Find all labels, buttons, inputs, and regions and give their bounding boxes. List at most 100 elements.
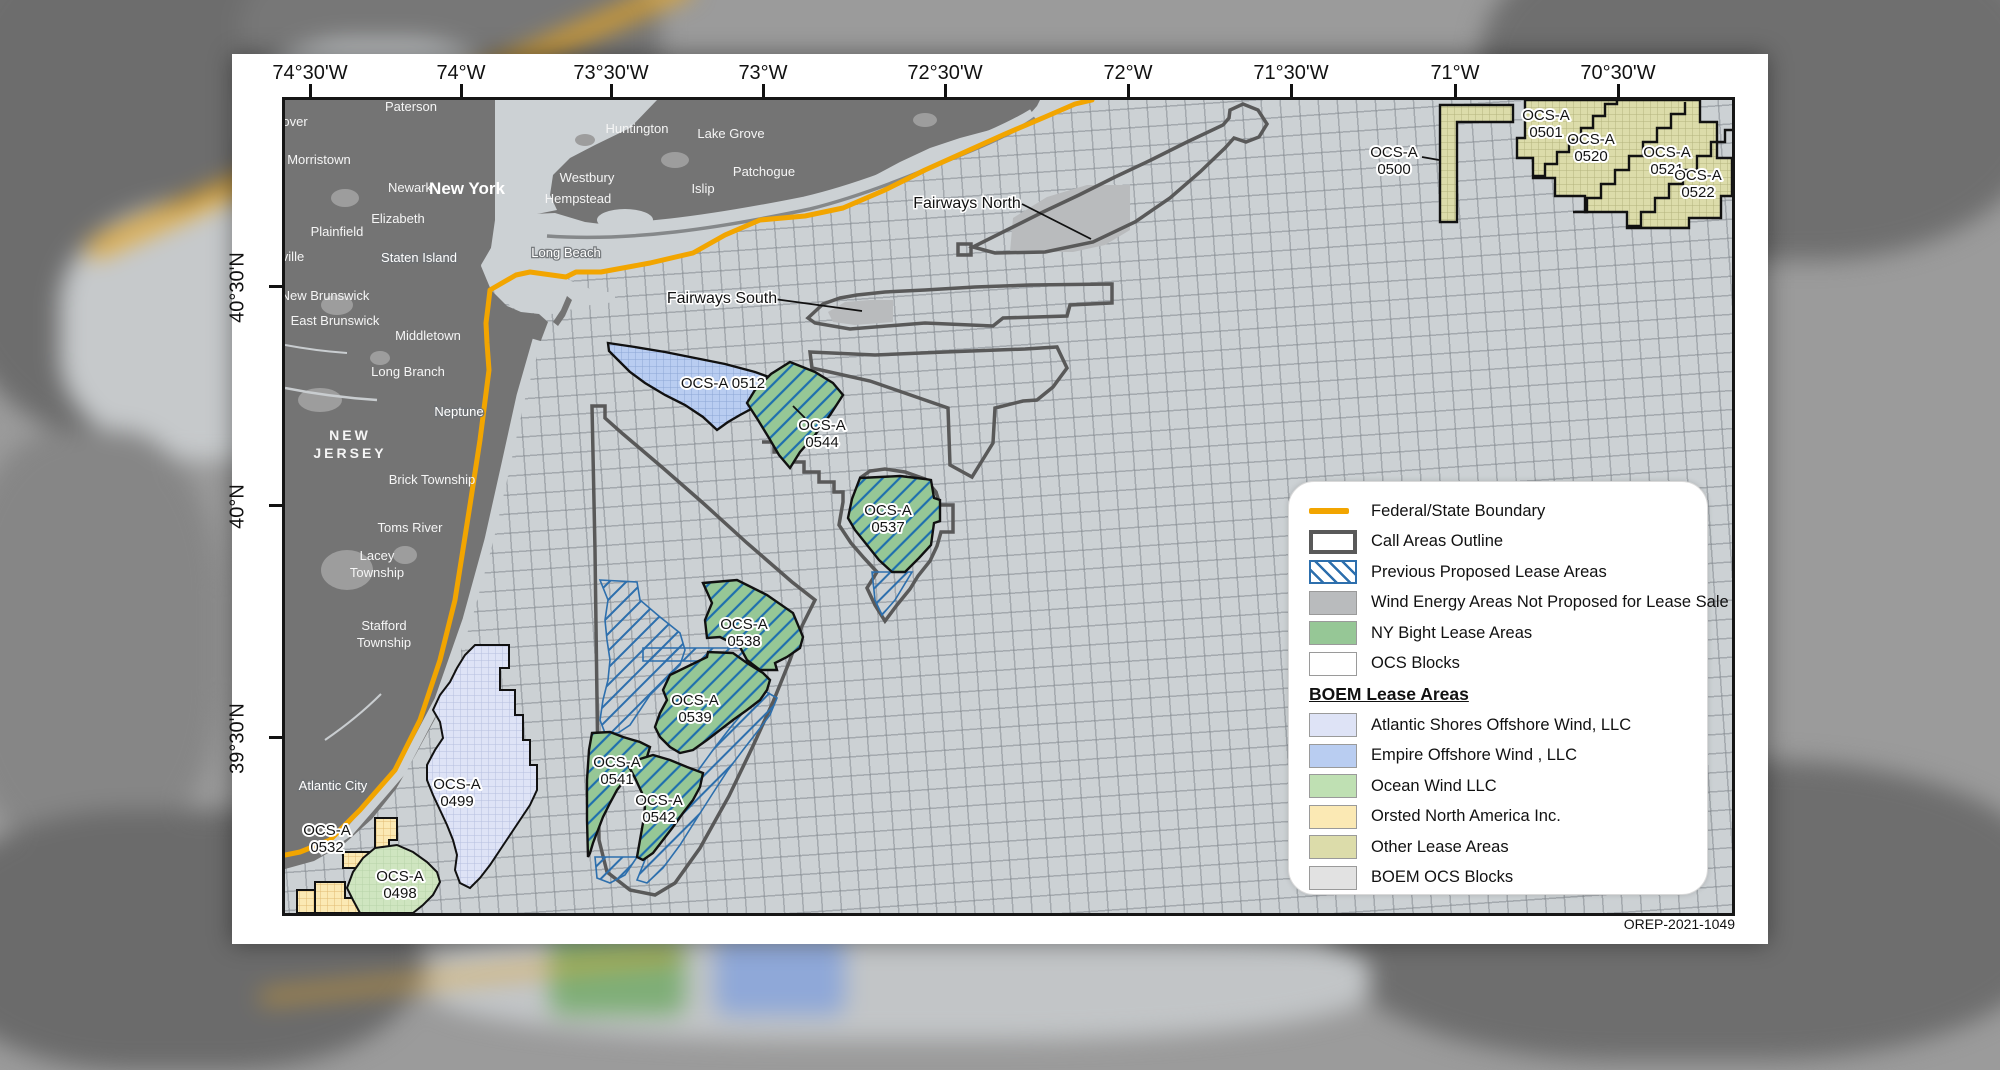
- svg-text:Lacey: Lacey: [360, 548, 395, 563]
- tick-label: 73°W: [738, 62, 788, 84]
- legend-item: Orsted North America Inc.: [1309, 802, 1707, 833]
- svg-text:Long Branch: Long Branch: [371, 364, 445, 379]
- svg-text:OCS-A 0512: OCS-A 0512: [681, 375, 765, 392]
- svg-text:OCS-A: OCS-A: [376, 868, 424, 885]
- svg-text:OCS-A: OCS-A: [671, 692, 719, 709]
- svg-text:OCS-A: OCS-A: [1567, 131, 1615, 148]
- legend-item: Call Areas Outline: [1309, 527, 1707, 558]
- other-lease-swatch: [1309, 835, 1357, 860]
- boem-ocs-swatch: [1309, 865, 1357, 890]
- legend-item: Other Lease Areas: [1309, 832, 1707, 863]
- svg-text:0538: 0538: [727, 633, 760, 650]
- svg-text:East Brunswick: East Brunswick: [291, 313, 380, 328]
- tick-label: 74°30'W: [272, 62, 348, 84]
- svg-text:0501: 0501: [1529, 124, 1562, 141]
- legend-item: Ocean Wind LLC: [1309, 771, 1707, 802]
- svg-text:0537: 0537: [871, 519, 904, 536]
- svg-text:0541: 0541: [600, 771, 633, 788]
- svg-text:New York: New York: [429, 179, 505, 198]
- tick-label: 40°30'N: [226, 252, 249, 323]
- svg-text:0520: 0520: [1574, 148, 1607, 165]
- svg-text:OCS-A: OCS-A: [1674, 167, 1722, 184]
- legend-item: Federal/State Boundary: [1309, 496, 1707, 527]
- svg-text:0498: 0498: [383, 885, 416, 902]
- wea-fairways-south-fill: [828, 300, 893, 325]
- svg-text:OCS-A: OCS-A: [1643, 144, 1691, 161]
- svg-text:0500: 0500: [1377, 161, 1410, 178]
- svg-text:NEW: NEW: [329, 427, 371, 443]
- boundary-line-swatch: [1309, 508, 1349, 515]
- ocean-wind-swatch: [1309, 774, 1357, 799]
- fairways-south-label: Fairways South: [667, 290, 777, 307]
- orsted-swatch: [1309, 804, 1357, 829]
- svg-text:Patchogue: Patchogue: [733, 164, 795, 179]
- tick-label: 71°W: [1430, 62, 1480, 84]
- svg-text:Huntington: Huntington: [606, 121, 669, 136]
- legend-item: BOEM OCS Blocks: [1309, 863, 1707, 894]
- map-canvas: Paterson over Huntington Lake Grove Morr…: [282, 97, 1735, 916]
- svg-text:Township: Township: [350, 565, 404, 580]
- tick-label: 72°W: [1103, 62, 1153, 84]
- map-sheet: 74°30'W 74°W 73°30'W 73°W 72°30'W 72°W 7…: [227, 54, 1768, 944]
- svg-text:Township: Township: [357, 635, 411, 650]
- map-id: OREP-2021-1049: [1623, 916, 1735, 932]
- tick-label: 71°30'W: [1253, 62, 1329, 84]
- legend-item: NY Bight Lease Areas: [1309, 618, 1707, 649]
- svg-text:Westbury: Westbury: [560, 170, 615, 185]
- svg-text:Elizabeth: Elizabeth: [371, 211, 424, 226]
- svg-text:OCS-A: OCS-A: [593, 754, 641, 771]
- svg-text:JERSEY: JERSEY: [313, 445, 386, 461]
- legend-item: Wind Energy Areas Not Proposed for Lease…: [1309, 588, 1729, 619]
- svg-text:OCS-A: OCS-A: [864, 502, 912, 519]
- svg-text:0532: 0532: [310, 839, 343, 856]
- svg-text:0544: 0544: [805, 434, 838, 451]
- svg-text:Long Beach: Long Beach: [531, 245, 600, 260]
- tick-label: 39°30'N: [226, 703, 249, 774]
- svg-text:OCS-A: OCS-A: [1522, 107, 1570, 124]
- svg-text:OCS-A: OCS-A: [635, 792, 683, 809]
- legend-item: Previous Proposed Lease Areas: [1309, 557, 1707, 588]
- svg-text:ville: ville: [285, 249, 304, 264]
- legend-item: Empire Offshore Wind , LLC: [1309, 741, 1707, 772]
- tick-label: 70°30'W: [1580, 62, 1656, 84]
- legend-item: OCS Blocks: [1309, 649, 1707, 680]
- legend-boem-header: BOEM Lease Areas: [1309, 684, 1469, 704]
- tick-label: 74°W: [436, 62, 486, 84]
- ny-bight-swatch: [1309, 621, 1357, 646]
- legend-item: Atlantic Shores Offshore Wind, LLC: [1309, 710, 1707, 741]
- svg-text:Toms River: Toms River: [377, 520, 443, 535]
- call-hudson-north: [808, 345, 1070, 480]
- svg-text:0542: 0542: [642, 809, 675, 826]
- atlantic-shores-swatch: [1309, 713, 1357, 738]
- svg-text:Brick Township: Brick Township: [389, 472, 475, 487]
- svg-text:Staten Island: Staten Island: [381, 250, 457, 265]
- svg-text:0522: 0522: [1681, 184, 1714, 201]
- svg-text:Paterson: Paterson: [385, 100, 437, 114]
- lease-ocs-a-0500: [1438, 103, 1515, 224]
- svg-text:OCS-A: OCS-A: [433, 776, 481, 793]
- svg-text:over: over: [285, 114, 308, 129]
- svg-text:Lake Grove: Lake Grove: [697, 126, 764, 141]
- svg-text:Plainfield: Plainfield: [311, 224, 364, 239]
- call-fairways-north-tip: [956, 242, 973, 257]
- fairways-north-label: Fairways North: [913, 195, 1021, 212]
- svg-text:New Brunswick: New Brunswick: [285, 288, 370, 303]
- svg-text:OCS-A: OCS-A: [798, 417, 846, 434]
- svg-text:Neptune: Neptune: [434, 404, 483, 419]
- legend: Federal/State Boundary Call Areas Outlin…: [1288, 481, 1729, 895]
- svg-text:Hempstead: Hempstead: [545, 191, 611, 206]
- ocs-blocks-swatch: [1309, 651, 1357, 676]
- hatch-swatch: [1309, 560, 1357, 585]
- svg-text:Atlantic City: Atlantic City: [299, 778, 368, 793]
- svg-text:OCS-A: OCS-A: [720, 616, 768, 633]
- svg-text:Islip: Islip: [691, 181, 714, 196]
- svg-text:Middletown: Middletown: [395, 328, 461, 343]
- empire-swatch: [1309, 743, 1357, 768]
- svg-text:Newark: Newark: [388, 180, 433, 195]
- svg-text:Morristown: Morristown: [287, 152, 351, 167]
- svg-text:OCS-A: OCS-A: [303, 822, 351, 839]
- tick-label: 40°N: [226, 484, 249, 529]
- svg-text:Stafford: Stafford: [361, 618, 406, 633]
- tick-label: 72°30'W: [907, 62, 983, 84]
- svg-text:OCS-A: OCS-A: [1370, 144, 1418, 161]
